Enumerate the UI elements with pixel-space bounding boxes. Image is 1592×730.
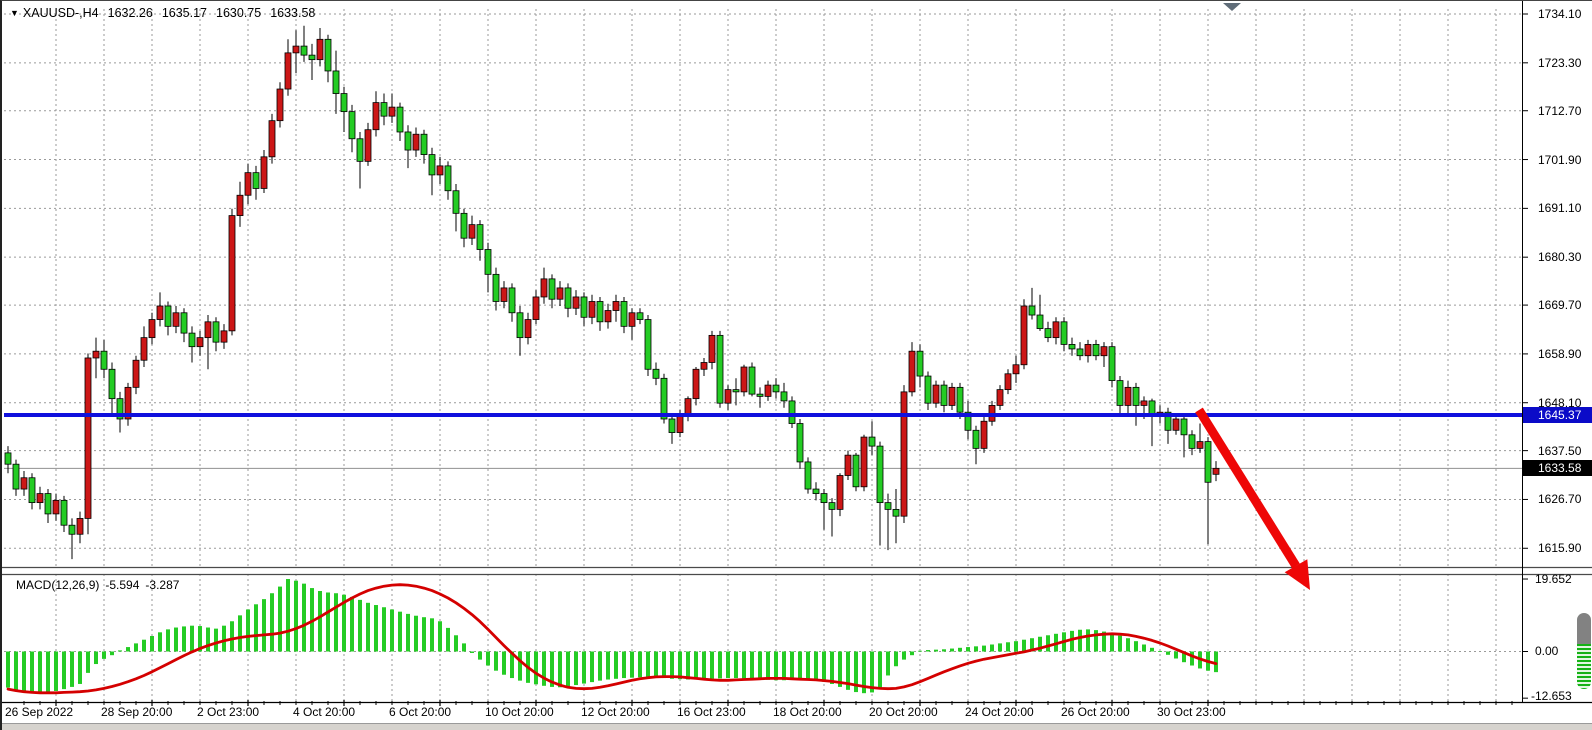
date-axis-label: 6 Oct 20:00: [389, 705, 451, 719]
symbol-dropdown-icon[interactable]: ▼: [10, 8, 19, 18]
window-bottom-edge: [2, 723, 1592, 730]
date-axis-label: 4 Oct 20:00: [293, 705, 355, 719]
price-axis-label: 1626.70: [1523, 492, 1592, 507]
price-axis-label: 1637.50: [1523, 444, 1592, 459]
macd-indicator-label: MACD(12,26,9) -5.594 -3.287: [10, 578, 179, 592]
date-axis-label: 10 Oct 20:00: [485, 705, 554, 719]
macd-scale-max: 19.652: [1523, 572, 1592, 586]
price-axis-label: 1615.90: [1523, 541, 1592, 556]
macd-scale-min: -12.653: [1523, 689, 1592, 703]
grid-layer: [4, 9, 1522, 701]
chart-header: ▼ XAUUSD-,H4 1632.26 1635.17 1630.75 1633.58: [10, 6, 315, 20]
price-axis-label: 1701.90: [1523, 153, 1592, 168]
scrollbar-thumb-grip: [1577, 613, 1591, 644]
ohlc-close: 1633.58: [270, 6, 315, 20]
scrollbar-thumb-stripes: [1577, 644, 1591, 689]
macd-name: MACD(12,26,9): [16, 578, 99, 592]
trading-terminal-window: ▼XAUUSD-,H41632.261635.171630.751633.58 …: [0, 0, 1592, 730]
price-axis-label: 1734.10: [1523, 7, 1592, 22]
macd-main-value: -5.594: [105, 578, 139, 592]
ohlc-low: 1630.75: [216, 6, 261, 20]
date-axis-label: 20 Oct 20:00: [869, 705, 938, 719]
date-axis-label: 16 Oct 23:00: [677, 705, 746, 719]
price-axis-label: 1669.70: [1523, 298, 1592, 313]
price-axis-label: 1658.90: [1523, 347, 1592, 362]
date-axis-label: 18 Oct 20:00: [773, 705, 842, 719]
macd-signal-line: [8, 585, 1216, 693]
date-axis-label: 30 Oct 23:00: [1157, 705, 1226, 719]
last-price-tag: 1633.58: [1523, 460, 1592, 476]
chart-shift-marker: [1223, 3, 1241, 11]
date-axis-label: 2 Oct 23:00: [197, 705, 259, 719]
symbol-timeframe-label: XAUUSD-,H4: [23, 6, 99, 20]
date-axis-label: 28 Sep 20:00: [101, 705, 172, 719]
date-axis-label: 12 Oct 20:00: [581, 705, 650, 719]
price-axis-label: 1723.30: [1523, 56, 1592, 71]
trend-arrow: [1199, 410, 1310, 590]
ohlc-high: 1635.17: [162, 6, 207, 20]
macd-signal-value: -3.287: [145, 578, 179, 592]
ohlc-open: 1632.26: [108, 6, 153, 20]
scrollbar-thumb[interactable]: [1577, 613, 1591, 689]
date-axis-label: 26 Oct 20:00: [1061, 705, 1130, 719]
chart-plot-area[interactable]: [2, 1, 1592, 730]
hline-price-tag: 1645.37: [1523, 407, 1592, 423]
date-axis-label: 24 Oct 20:00: [965, 705, 1034, 719]
pane-separator: [2, 567, 1592, 575]
macd-histogram: [6, 579, 1218, 693]
price-axis-label: 1691.10: [1523, 201, 1592, 216]
date-axis-label: 26 Sep 2022: [5, 705, 73, 719]
price-axis-label: 1712.70: [1523, 104, 1592, 119]
price-axis-label: 1680.30: [1523, 250, 1592, 265]
candles-layer: [5, 26, 1219, 559]
